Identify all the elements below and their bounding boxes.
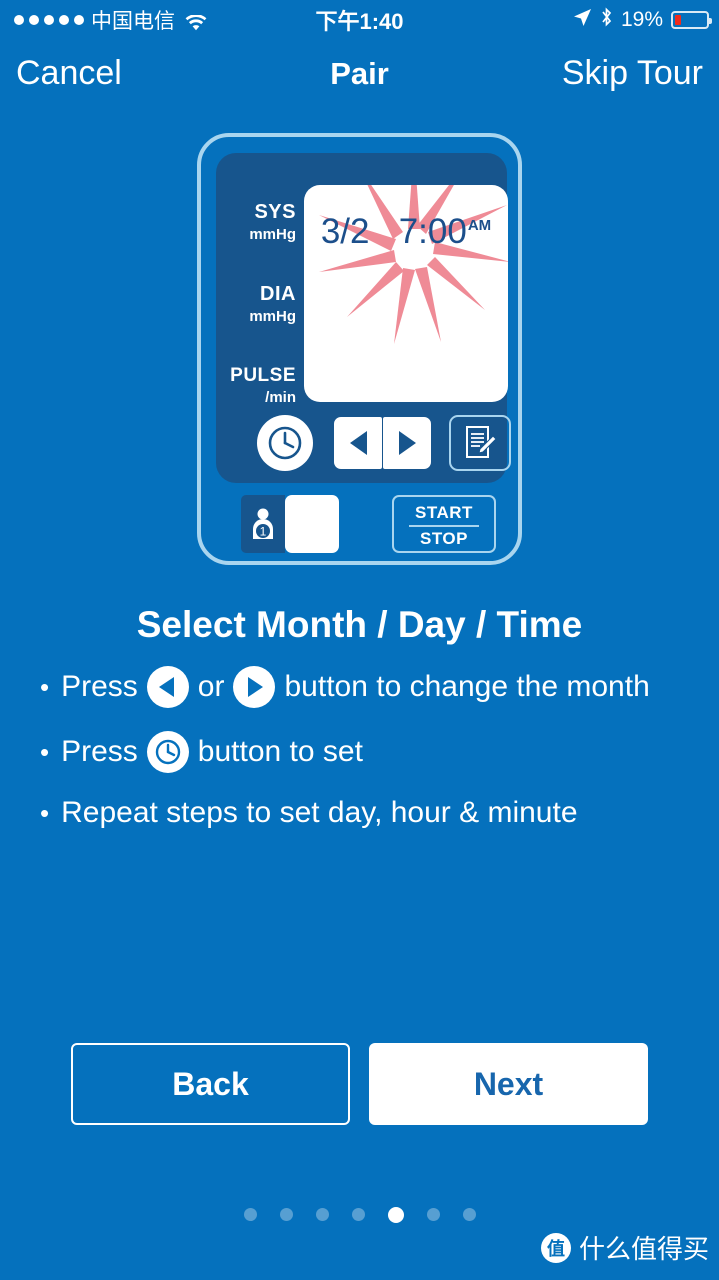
device-face: SYS mmHg DIA mmHg PULSE /min 3/2 7:00AM — [216, 153, 511, 483]
watermark: 值 什么值得买 — [540, 1229, 709, 1266]
device-screen: 3/2 7:00AM — [304, 185, 508, 402]
pulse-unit: /min — [265, 389, 296, 406]
list-item: • Repeat steps to set day, hour & minute — [40, 796, 700, 830]
right-arrow-icon — [233, 666, 276, 708]
page-dot[interactable] — [315, 1208, 329, 1221]
device-button-row — [231, 415, 522, 477]
clock-icon — [268, 426, 302, 460]
back-button[interactable]: Back — [71, 1043, 350, 1125]
location-arrow-icon — [573, 7, 592, 33]
screen-readout: 3/2 7:00AM — [304, 212, 508, 252]
sys-unit: mmHg — [249, 226, 296, 243]
svg-text:1: 1 — [260, 525, 267, 539]
bullet-1-middle: or — [197, 670, 225, 703]
page-dot[interactable] — [279, 1208, 293, 1221]
list-item: • Press button to set — [40, 731, 700, 773]
status-bar: 中国电信 下午1:40 19% — [0, 0, 719, 40]
navigation-bar: Cancel Pair Skip Tour — [0, 54, 719, 108]
bullet-dot: • — [40, 798, 50, 828]
memo-button[interactable] — [449, 415, 511, 471]
right-arrow-icon — [398, 431, 416, 455]
start-stop-divider — [409, 525, 479, 527]
dia-name: DIA — [260, 283, 296, 305]
skip-tour-button[interactable]: Skip Tour — [562, 54, 703, 93]
left-arrow-button[interactable] — [334, 417, 382, 469]
list-item: • Press or button to change the month — [40, 666, 700, 708]
sys-name: SYS — [254, 201, 296, 223]
label-sys: SYS mmHg — [224, 201, 296, 243]
instructions-title: Select Month / Day / Time — [136, 604, 583, 645]
user-1-icon: 1 — [253, 508, 273, 539]
start-stop-button[interactable]: START STOP — [392, 495, 496, 553]
stop-label: STOP — [420, 529, 468, 548]
page-dot-active[interactable] — [387, 1206, 404, 1223]
right-arrow-button[interactable] — [383, 417, 431, 469]
user-2-button[interactable] — [285, 495, 339, 553]
page-dot[interactable] — [426, 1208, 440, 1221]
clock-icon — [146, 731, 189, 773]
measurement-labels: SYS mmHg DIA mmHg PULSE /min — [224, 201, 296, 446]
left-arrow-icon — [146, 666, 189, 708]
page-indicator[interactable] — [0, 1206, 719, 1223]
bullet-1-prefix: Press — [61, 670, 138, 703]
next-button[interactable]: Next — [369, 1043, 648, 1125]
bullet-dot: • — [40, 737, 50, 767]
watermark-badge: 值 — [540, 1232, 571, 1263]
arrow-buttons — [334, 417, 431, 469]
label-pulse: PULSE /min — [224, 365, 296, 406]
watermark-text: 什么值得买 — [578, 1234, 709, 1264]
dia-unit: mmHg — [249, 308, 296, 325]
status-bar-right: 19% — [573, 7, 712, 33]
bluetooth-icon — [600, 7, 613, 33]
user-1-button[interactable]: 1 — [241, 495, 285, 553]
device-lower-row: 1 START STOP — [216, 495, 507, 555]
battery-icon — [671, 11, 712, 29]
pulse-name: PULSE — [230, 365, 296, 386]
battery-percent: 19% — [620, 8, 663, 31]
bullet-1-suffix: button to change the month — [284, 670, 650, 703]
instructions-list: • Press or button to change the month • … — [40, 666, 700, 853]
start-label: START — [415, 503, 473, 522]
blood-pressure-monitor-illustration: SYS mmHg DIA mmHg PULSE /min 3/2 7:00AM … — [197, 133, 522, 565]
bullet-2-suffix: button to set — [197, 735, 363, 768]
label-dia: DIA mmHg — [224, 283, 296, 325]
bullet-3-text: Repeat steps to set day, hour & minute — [61, 796, 578, 829]
screen-meridiem: AM — [467, 217, 492, 235]
clock-button[interactable] — [257, 415, 313, 471]
page-dot[interactable] — [462, 1208, 476, 1221]
bullet-2-prefix: Press — [61, 735, 138, 768]
memo-document-icon — [466, 426, 497, 458]
screen-time: 7:00 — [398, 212, 467, 251]
page-dot[interactable] — [243, 1208, 257, 1221]
page-dot[interactable] — [351, 1208, 365, 1221]
screen-date: 3/2 — [320, 212, 370, 251]
left-arrow-icon — [349, 431, 367, 455]
bullet-dot: • — [40, 672, 50, 702]
